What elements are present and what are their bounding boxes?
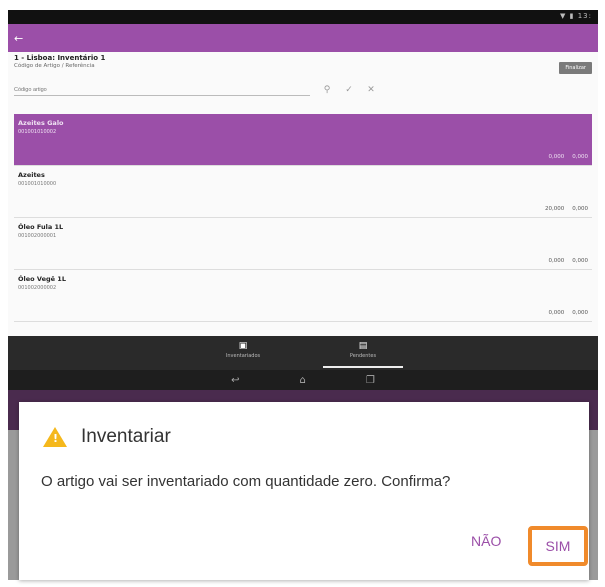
item-code: 001001010002 [18, 129, 57, 135]
bottom-tab-bar: ▣ Inventariados ▤ Pendentes [8, 336, 598, 370]
item-code: 001002000002 [18, 285, 57, 291]
yes-button[interactable]: SIM [546, 538, 571, 554]
item-name: Óleo Vegê 1L [18, 275, 66, 283]
item-name: Óleo Fula 1L [18, 223, 64, 231]
finalize-button[interactable]: Finalizar [559, 62, 592, 74]
tab-inventoried[interactable]: ▣ Inventariados [203, 336, 283, 370]
item-qty-counted: 0,000 [548, 258, 565, 264]
warning-icon: ! [43, 427, 67, 447]
close-icon[interactable]: ✕ [366, 85, 376, 95]
confirm-dialog: ! Inventariar O artigo vai ser inventari… [19, 402, 589, 580]
status-bar: ▼ ▮ 13: [8, 10, 598, 24]
system-nav-bar: ↩ ⌂ ❐ [8, 370, 598, 390]
tab-label: Inventariados [225, 353, 261, 359]
item-qty-stock: 0,000 [572, 206, 588, 212]
item-qty-stock: 0,000 [572, 258, 588, 264]
dialog-title-row: ! Inventariar [43, 426, 171, 448]
list-item[interactable]: Óleo Vegê 1L 001002000002 0,000 0,000 [14, 270, 592, 322]
app-bar: ← [8, 24, 598, 52]
pending-icon: ▤ [358, 341, 368, 351]
list-item[interactable]: Óleo Fula 1L 001002000001 0,000 0,000 [14, 218, 592, 270]
no-button[interactable]: NÃO [471, 533, 501, 549]
item-qty-stock: 0,000 [572, 310, 588, 316]
dialog-title: Inventariar [81, 426, 171, 447]
search-row: ⚲ ✓ ✕ [14, 82, 592, 98]
app-screen: ▼ ▮ 13: ← 1 - Lisboa: Inventário 1 Códig… [8, 10, 598, 390]
item-code: 001001010000 [18, 181, 57, 187]
recents-nav-icon[interactable]: ❐ [366, 375, 375, 386]
item-qty-counted: 0,000 [548, 310, 565, 316]
item-name: Azeites [18, 171, 45, 179]
list-item[interactable]: Azeites Galo 001001010002 0,000 0,000 [14, 114, 592, 166]
home-nav-icon[interactable]: ⌂ [300, 375, 306, 386]
page-subtitle: Código de Artigo / Referência [14, 63, 95, 69]
page-title: 1 - Lisboa: Inventário 1 [14, 54, 106, 62]
item-qty-stock: 0,000 [572, 154, 588, 160]
dialog-message: O artigo vai ser inventariado com quanti… [41, 473, 451, 490]
document-header: 1 - Lisboa: Inventário 1 Código de Artig… [14, 54, 592, 84]
check-icon[interactable]: ✓ [344, 85, 354, 95]
tab-label: Pendentes [349, 353, 377, 359]
back-nav-icon[interactable]: ↩ [231, 375, 239, 386]
item-qty-counted: 0,000 [548, 154, 565, 160]
item-code: 001002000001 [18, 233, 57, 239]
item-code-input[interactable] [14, 84, 310, 96]
tab-pending[interactable]: ▤ Pendentes [323, 336, 403, 370]
item-qty-counted: 20,000 [545, 206, 565, 212]
back-arrow-icon[interactable]: ← [14, 33, 23, 44]
yes-button-highlight: SIM [528, 526, 588, 566]
item-list: Azeites Galo 001001010002 0,000 0,000 Az… [14, 114, 592, 322]
search-icon[interactable]: ⚲ [322, 85, 332, 95]
inventoried-icon: ▣ [238, 341, 248, 351]
item-name: Azeites Galo [18, 119, 64, 127]
list-item[interactable]: Azeites 001001010000 20,000 0,000 [14, 166, 592, 218]
